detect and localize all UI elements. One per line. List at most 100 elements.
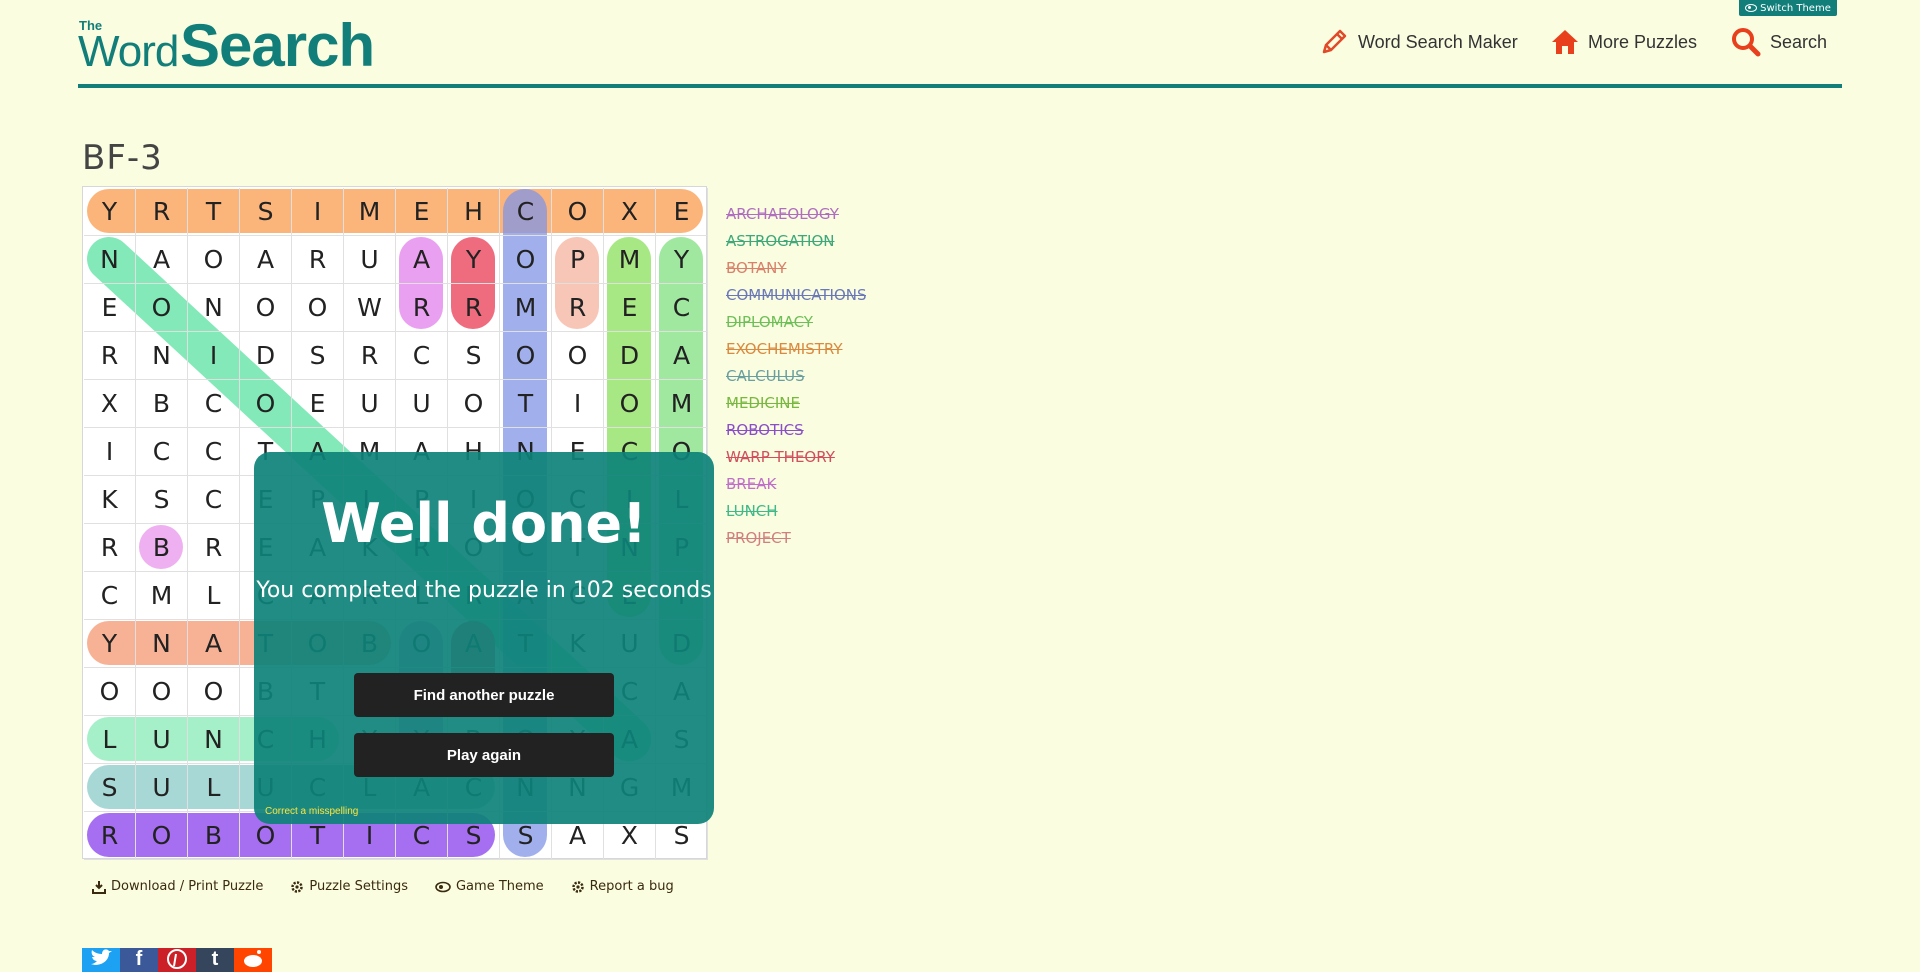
grid-cell[interactable]: N [136, 332, 188, 380]
twitter-share-icon[interactable] [82, 948, 120, 972]
grid-cell[interactable]: S [136, 476, 188, 524]
grid-cell[interactable]: C [188, 476, 240, 524]
grid-cell[interactable]: O [552, 188, 604, 236]
grid-cell[interactable]: O [240, 380, 292, 428]
grid-cell[interactable]: C [136, 428, 188, 476]
facebook-share-icon[interactable]: f [120, 948, 158, 972]
grid-cell[interactable]: B [188, 812, 240, 860]
grid-cell[interactable]: E [84, 284, 136, 332]
grid-cell[interactable]: O [188, 236, 240, 284]
grid-cell[interactable]: O [136, 668, 188, 716]
grid-cell[interactable]: S [292, 332, 344, 380]
nav-search[interactable]: Search [1730, 26, 1827, 58]
grid-cell[interactable]: I [84, 428, 136, 476]
pinterest-share-icon[interactable] [158, 948, 196, 972]
grid-cell[interactable]: I [552, 380, 604, 428]
grid-cell[interactable]: A [656, 332, 708, 380]
grid-cell[interactable]: R [344, 332, 396, 380]
grid-cell[interactable]: A [396, 236, 448, 284]
report-bug-button[interactable]: Report a bug [571, 879, 674, 894]
grid-cell[interactable]: L [84, 716, 136, 764]
grid-cell[interactable]: O [500, 236, 552, 284]
grid-cell[interactable]: U [136, 764, 188, 812]
find-another-puzzle-button[interactable]: Find another puzzle [354, 673, 614, 717]
reddit-share-icon[interactable] [234, 948, 272, 972]
grid-cell[interactable]: R [448, 284, 500, 332]
grid-cell[interactable]: X [84, 380, 136, 428]
grid-cell[interactable]: C [188, 428, 240, 476]
grid-cell[interactable]: O [552, 332, 604, 380]
nav-word-search-maker[interactable]: Word Search Maker [1318, 26, 1518, 58]
grid-cell[interactable]: R [552, 284, 604, 332]
grid-cell[interactable]: N [136, 620, 188, 668]
grid-cell[interactable]: O [188, 668, 240, 716]
grid-cell[interactable]: A [136, 236, 188, 284]
grid-cell[interactable]: M [656, 380, 708, 428]
grid-cell[interactable]: O [604, 380, 656, 428]
grid-cell[interactable]: K [84, 476, 136, 524]
grid-cell[interactable]: P [552, 236, 604, 284]
grid-cell[interactable]: E [656, 188, 708, 236]
grid-cell[interactable]: E [604, 284, 656, 332]
grid-cell[interactable]: M [344, 188, 396, 236]
grid-cell[interactable]: Y [84, 188, 136, 236]
grid-cell[interactable]: S [448, 332, 500, 380]
switch-theme-button[interactable]: Switch Theme [1739, 0, 1837, 16]
play-again-button[interactable]: Play again [354, 733, 614, 777]
grid-cell[interactable]: M [136, 572, 188, 620]
grid-cell[interactable]: X [604, 188, 656, 236]
grid-cell[interactable]: S [240, 188, 292, 236]
grid-cell[interactable]: C [84, 572, 136, 620]
grid-cell[interactable]: B [136, 380, 188, 428]
grid-cell[interactable]: O [500, 332, 552, 380]
grid-cell[interactable]: O [84, 668, 136, 716]
grid-cell[interactable]: U [344, 236, 396, 284]
grid-cell[interactable]: U [344, 380, 396, 428]
grid-cell[interactable]: Y [84, 620, 136, 668]
grid-cell[interactable]: D [240, 332, 292, 380]
grid-cell[interactable]: L [188, 764, 240, 812]
grid-cell[interactable]: H [448, 188, 500, 236]
grid-cell[interactable]: R [84, 812, 136, 860]
grid-cell[interactable]: A [240, 236, 292, 284]
grid-cell[interactable]: A [188, 620, 240, 668]
grid-cell[interactable]: R [84, 332, 136, 380]
grid-cell[interactable]: R [136, 188, 188, 236]
grid-cell[interactable]: R [84, 524, 136, 572]
grid-cell[interactable]: N [188, 284, 240, 332]
grid-cell[interactable]: C [500, 188, 552, 236]
grid-cell[interactable]: T [188, 188, 240, 236]
grid-cell[interactable]: I [292, 188, 344, 236]
grid-cell[interactable]: T [500, 380, 552, 428]
grid-cell[interactable]: R [396, 284, 448, 332]
correct-misspelling-link[interactable]: Correct a misspelling [265, 806, 358, 817]
grid-cell[interactable]: C [396, 332, 448, 380]
grid-cell[interactable]: O [448, 380, 500, 428]
tumblr-share-icon[interactable]: t [196, 948, 234, 972]
game-theme-button[interactable]: Game Theme [435, 879, 544, 894]
grid-cell[interactable]: N [188, 716, 240, 764]
grid-cell[interactable]: E [292, 380, 344, 428]
grid-cell[interactable]: B [136, 524, 188, 572]
grid-cell[interactable]: Y [448, 236, 500, 284]
download-print-button[interactable]: Download / Print Puzzle [92, 879, 263, 894]
grid-cell[interactable]: M [604, 236, 656, 284]
grid-cell[interactable]: N [84, 236, 136, 284]
grid-cell[interactable]: S [84, 764, 136, 812]
grid-cell[interactable]: U [396, 380, 448, 428]
grid-cell[interactable]: Y [656, 236, 708, 284]
grid-cell[interactable]: C [188, 380, 240, 428]
grid-cell[interactable]: O [136, 812, 188, 860]
grid-cell[interactable]: M [500, 284, 552, 332]
grid-cell[interactable]: E [396, 188, 448, 236]
grid-cell[interactable]: O [136, 284, 188, 332]
puzzle-settings-button[interactable]: Puzzle Settings [290, 879, 408, 894]
grid-cell[interactable]: I [188, 332, 240, 380]
grid-cell[interactable]: D [604, 332, 656, 380]
grid-cell[interactable]: O [292, 284, 344, 332]
grid-cell[interactable]: C [656, 284, 708, 332]
grid-cell[interactable]: W [344, 284, 396, 332]
grid-cell[interactable]: R [188, 524, 240, 572]
grid-cell[interactable]: U [136, 716, 188, 764]
grid-cell[interactable]: R [292, 236, 344, 284]
